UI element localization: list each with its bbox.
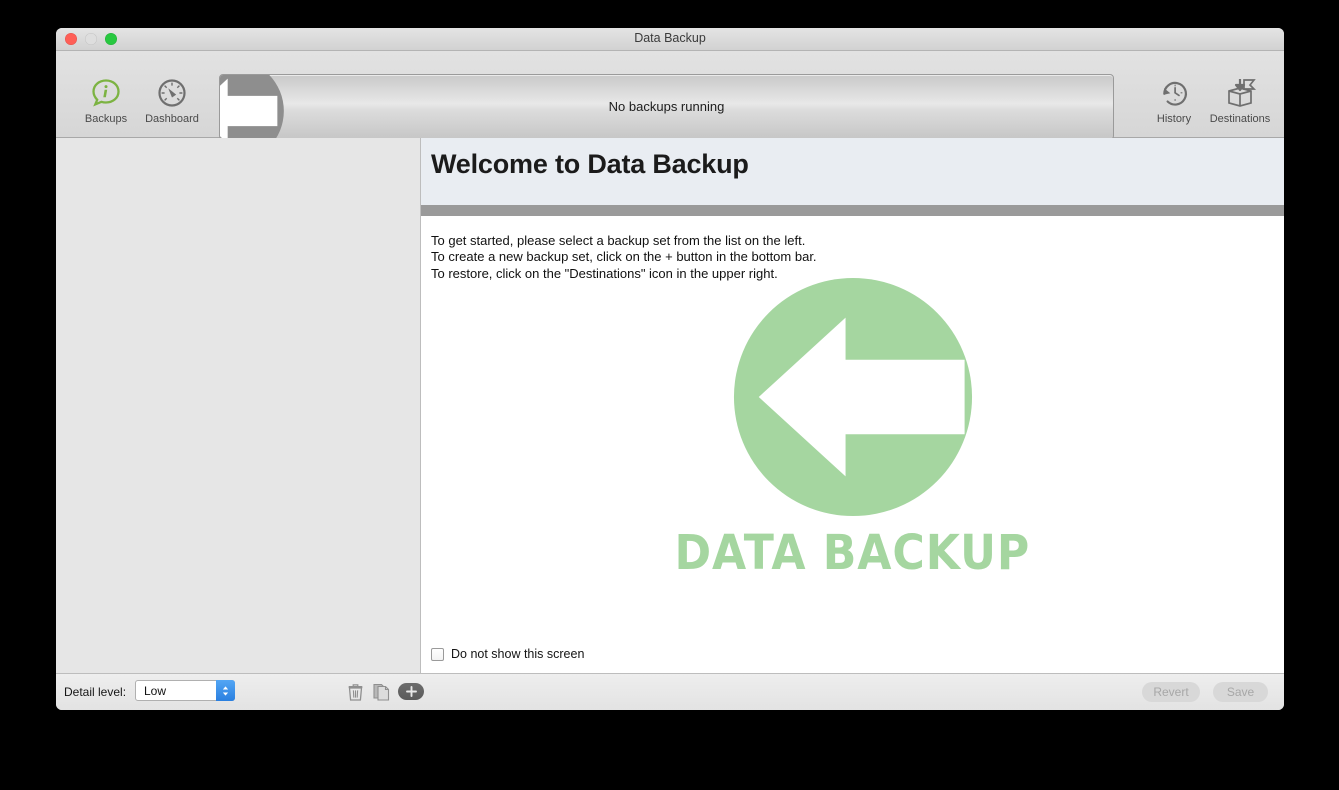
instruction-line-2: To create a new backup set, click on the… <box>431 249 817 265</box>
dont-show-row[interactable]: Do not show this screen <box>431 647 584 661</box>
toolbar-item-history[interactable]: History <box>1146 75 1202 125</box>
toolbar-item-backups[interactable]: Backups <box>78 75 134 125</box>
brand-block: DATA BACKUP <box>421 273 1284 581</box>
content-header: Welcome to Data Backup <box>421 138 1284 205</box>
page-title: Welcome to Data Backup <box>431 149 749 179</box>
header-divider <box>421 205 1284 216</box>
add-backup-set-button[interactable] <box>398 683 424 700</box>
chevron-down-icon <box>222 692 229 696</box>
clock-rewind-icon <box>1158 75 1190 111</box>
status-panel: No backups running <box>219 74 1114 140</box>
window-title: Data Backup <box>634 31 706 45</box>
status-text: No backups running <box>608 99 725 114</box>
main-body: Welcome to Data Backup To get started, p… <box>56 138 1284 673</box>
plus-icon <box>405 686 417 697</box>
bottom-bar: Detail level: Low Revert Save <box>56 673 1284 710</box>
content-inner: To get started, please select a backup s… <box>421 216 1284 673</box>
backup-arrow-icon <box>733 277 972 517</box>
dont-show-label: Do not show this screen <box>451 647 585 661</box>
duplicate-icon <box>372 683 389 701</box>
toolbar: Backups Dashboard No backups running His… <box>56 51 1284 140</box>
trash-icon <box>348 683 362 701</box>
app-window: Data Backup Backups Dashboard No backups… <box>56 28 1284 710</box>
toolbar-label-backups: Backups <box>84 113 128 125</box>
title-bar: Data Backup <box>56 28 1284 51</box>
toolbar-item-destinations[interactable]: Destinations <box>1209 75 1271 125</box>
detail-level-value: Low <box>144 684 167 698</box>
info-bubble-icon <box>90 75 122 111</box>
toolbar-label-history: History <box>1156 113 1192 125</box>
stepper-icon[interactable] <box>216 680 235 701</box>
save-button[interactable]: Save <box>1213 682 1268 702</box>
revert-button[interactable]: Revert <box>1142 682 1200 702</box>
duplicate-backup-set-button[interactable] <box>370 682 392 702</box>
instruction-line-3: To restore, click on the "Destinations" … <box>431 265 778 281</box>
box-download-icon <box>1223 75 1257 111</box>
toolbar-item-dashboard[interactable]: Dashboard <box>144 75 200 125</box>
detail-level-label: Detail level: <box>64 685 127 699</box>
instruction-line-1: To get started, please select a backup s… <box>431 233 806 248</box>
delete-backup-set-button[interactable] <box>344 682 366 702</box>
brand-wordmark: DATA BACKUP <box>674 525 1031 581</box>
chevron-up-icon <box>222 685 229 689</box>
dont-show-checkbox[interactable] <box>431 647 444 661</box>
instructions-block: To get started, please select a backup s… <box>431 233 817 282</box>
toolbar-label-destinations: Destinations <box>1209 113 1271 125</box>
toolbar-left-group: Backups Dashboard <box>78 75 200 125</box>
content-pane: Welcome to Data Backup To get started, p… <box>421 138 1284 673</box>
detail-level-select[interactable]: Low <box>135 680 235 701</box>
toolbar-right-group: History Destinations <box>1146 75 1271 125</box>
gauge-icon <box>156 75 188 111</box>
backup-sets-sidebar[interactable] <box>56 138 421 673</box>
toolbar-label-dashboard: Dashboard <box>145 113 199 125</box>
